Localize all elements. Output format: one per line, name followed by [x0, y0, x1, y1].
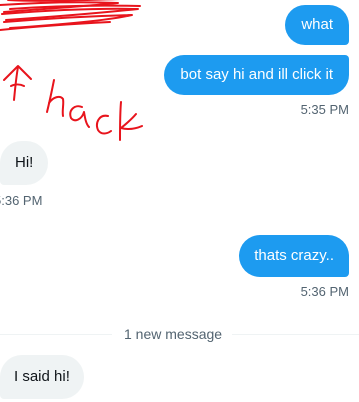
message-bubble-outgoing[interactable]: what — [285, 5, 349, 45]
message-bubble-outgoing[interactable]: bot say hi and ill click it — [164, 55, 349, 95]
message-bubble-incoming[interactable]: I said hi! — [0, 355, 84, 399]
message-bubble-outgoing[interactable]: thats crazy.. — [239, 235, 349, 277]
message-timestamp: 5:36 PM — [0, 193, 43, 208]
scribble-out-mark — [0, 0, 141, 31]
message-timestamp: 5:36 PM — [300, 284, 349, 299]
message-timestamp: 5:35 PM — [300, 102, 349, 117]
handwritten-hack-text — [46, 79, 143, 141]
new-message-divider-label: 1 new message — [124, 326, 223, 342]
message-bubble-incoming[interactable]: Hi! — [0, 141, 49, 185]
new-message-divider-right — [232, 334, 359, 335]
new-message-divider-left — [0, 334, 112, 335]
arrow-up-icon — [3, 65, 32, 101]
